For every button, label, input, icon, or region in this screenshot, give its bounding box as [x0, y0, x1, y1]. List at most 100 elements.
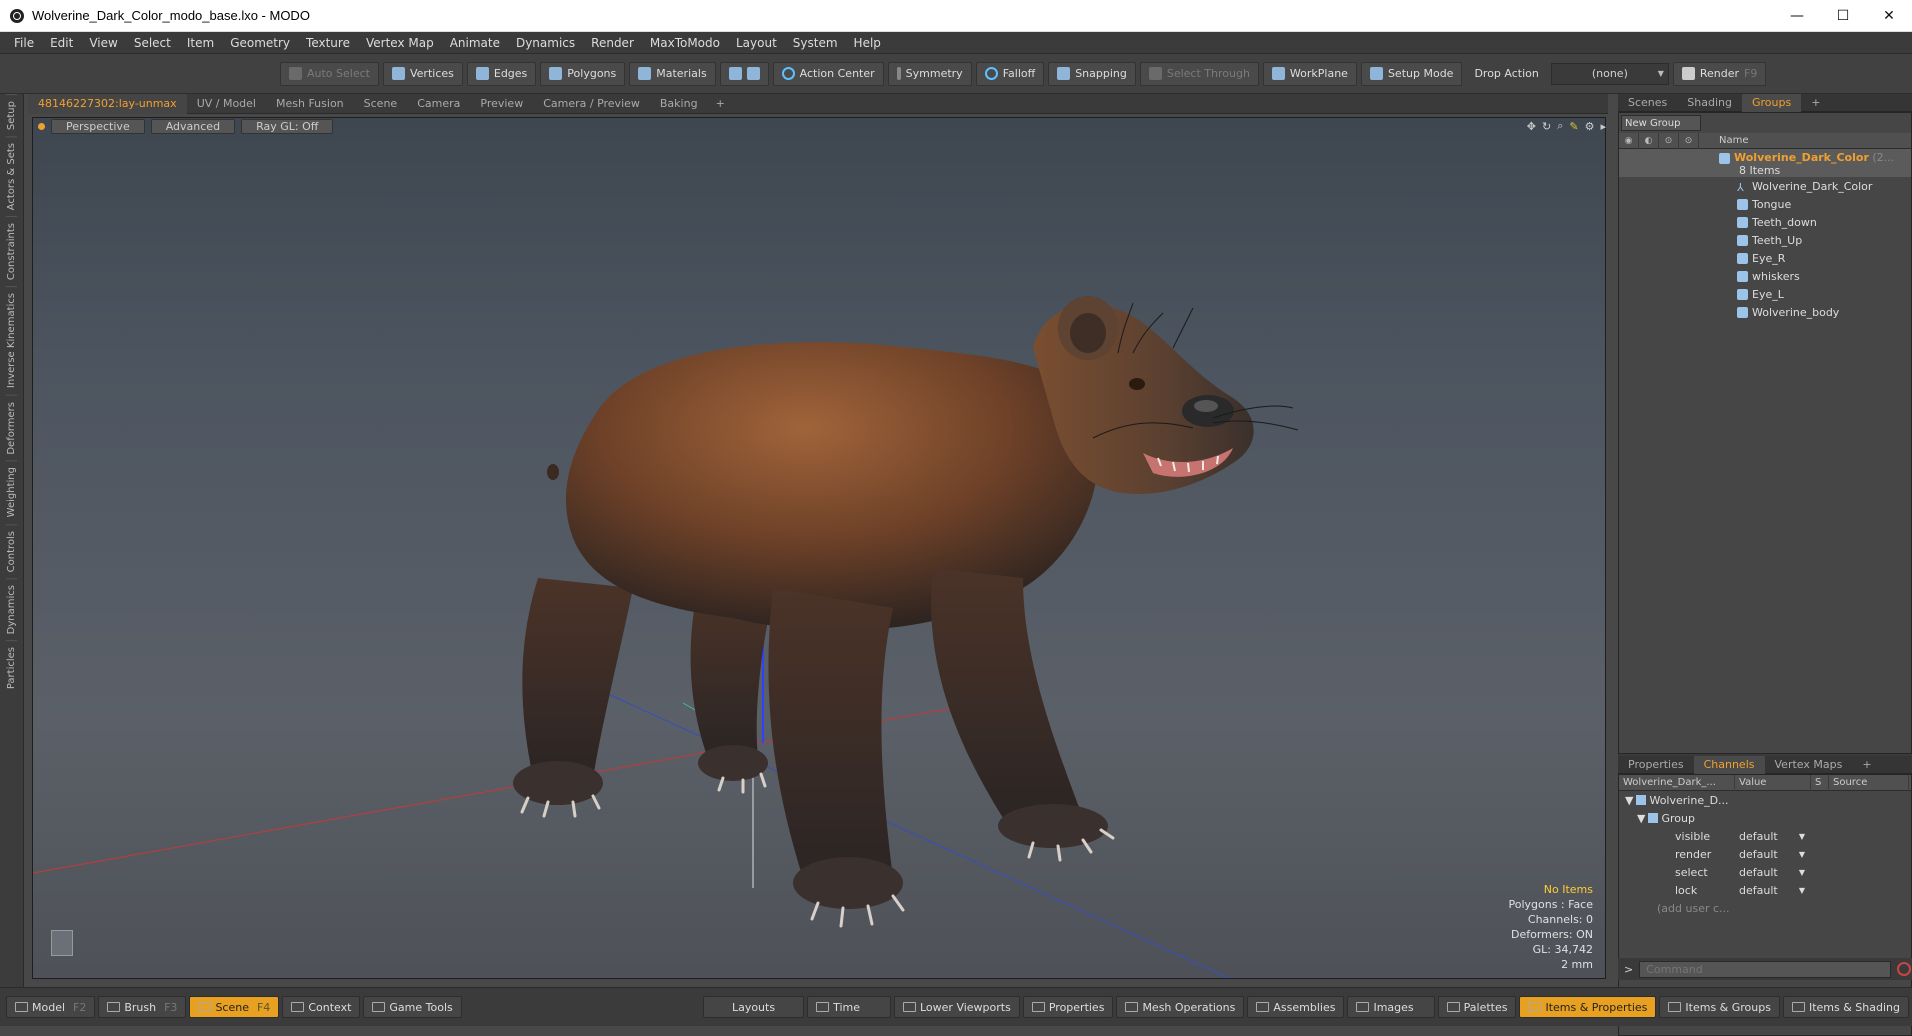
- lock-icon[interactable]: ⊙: [1659, 132, 1679, 149]
- channel-value-select[interactable]: default ▼: [1735, 827, 1811, 845]
- assemblies-button[interactable]: Assemblies: [1247, 996, 1345, 1018]
- setup-mode-button[interactable]: Setup Mode: [1360, 61, 1463, 86]
- scene-layout-button[interactable]: Scene F4: [189, 996, 280, 1018]
- tab-constraints[interactable]: Constraints: [6, 216, 17, 287]
- group-item-0[interactable]: ⅄ Wolverine_Dark_Color: [1619, 177, 1911, 195]
- properties-button[interactable]: Properties: [1022, 996, 1114, 1018]
- new-group-button[interactable]: New Group: [1621, 115, 1701, 131]
- tab-baking[interactable]: Baking: [650, 94, 708, 114]
- tab-camera[interactable]: Camera: [407, 94, 470, 114]
- minimize-button[interactable]: —: [1774, 0, 1820, 32]
- command-input[interactable]: [1639, 960, 1892, 978]
- advanced-button[interactable]: Advanced: [150, 118, 236, 134]
- symmetry-button[interactable]: Symmetry: [887, 61, 972, 86]
- tab-uv-model[interactable]: UV / Model: [187, 94, 266, 114]
- auto-select-button[interactable]: Auto Select: [280, 61, 379, 86]
- tab-scenes[interactable]: Scenes: [1618, 94, 1677, 112]
- channel-value-select[interactable]: default ▼: [1735, 863, 1811, 881]
- edges-button[interactable]: Edges: [466, 61, 537, 86]
- menu-view[interactable]: View: [81, 36, 125, 50]
- pan-icon[interactable]: ✥: [1527, 120, 1536, 133]
- viewport-options-icon[interactable]: [38, 122, 45, 130]
- polygons-button[interactable]: Polygons: [540, 61, 626, 86]
- menu-item[interactable]: Item: [179, 36, 222, 50]
- zoom-icon[interactable]: ⌕: [1557, 119, 1563, 133]
- tab-channels[interactable]: Channels: [1693, 755, 1765, 774]
- group-item-5[interactable]: whiskers: [1619, 267, 1911, 285]
- images-button[interactable]: Images: [1347, 996, 1435, 1018]
- context-layout-button[interactable]: Context: [282, 996, 361, 1018]
- menu-system[interactable]: System: [785, 36, 846, 50]
- expand-icon[interactable]: ▸: [1600, 120, 1606, 133]
- tab-controls[interactable]: Controls: [6, 523, 17, 578]
- items-groups-button[interactable]: Items & Groups: [1659, 996, 1780, 1018]
- brush-icon[interactable]: ✎: [1569, 120, 1578, 133]
- tab-dynamics[interactable]: Dynamics: [6, 577, 17, 641]
- tab-mesh-fusion[interactable]: Mesh Fusion: [266, 94, 354, 114]
- render-button[interactable]: Render F9: [1672, 61, 1767, 86]
- maximize-button[interactable]: ☐: [1820, 0, 1866, 32]
- items-shading-button[interactable]: Items & Shading: [1782, 996, 1909, 1018]
- tab-setup[interactable]: Setup: [6, 94, 17, 137]
- menu-help[interactable]: Help: [846, 36, 889, 50]
- menu-layout[interactable]: Layout: [728, 36, 785, 50]
- workplane-button[interactable]: WorkPlane: [1262, 61, 1357, 86]
- group-item-6[interactable]: Eye_L: [1619, 285, 1911, 303]
- group-item-7[interactable]: Wolverine_body: [1619, 303, 1911, 321]
- tab-deformers[interactable]: Deformers: [6, 394, 17, 461]
- mesh-operations-button[interactable]: Mesh Operations: [1116, 996, 1245, 1018]
- group-item-3[interactable]: Teeth_Up: [1619, 231, 1911, 249]
- menu-animate[interactable]: Animate: [442, 36, 508, 50]
- select-mode-button[interactable]: [719, 61, 769, 86]
- vertices-button[interactable]: Vertices: [382, 61, 463, 86]
- time-button[interactable]: Time: [807, 996, 891, 1018]
- tab-actors-sets[interactable]: Actors & Sets: [6, 136, 17, 217]
- channel-root-row[interactable]: ▼ Wolverine_D...: [1619, 791, 1911, 809]
- tab-properties[interactable]: Properties: [1618, 756, 1694, 774]
- menu-texture[interactable]: Texture: [298, 36, 358, 50]
- items-properties-button[interactable]: Items & Properties: [1519, 996, 1657, 1018]
- tab-lay-unmax[interactable]: 48146227302:lay-unmax: [28, 93, 187, 114]
- tab-shading[interactable]: Shading: [1677, 94, 1742, 112]
- menu-maxtomodo[interactable]: MaxToModo: [642, 36, 728, 50]
- select-toggle-icon[interactable]: ⊙: [1679, 132, 1699, 149]
- group-root-row[interactable]: Wolverine_Dark_Color (2... 8 Items: [1619, 149, 1911, 177]
- tab-weighting[interactable]: Weighting: [6, 460, 17, 524]
- raygl-button[interactable]: Ray GL: Off: [241, 118, 334, 134]
- brush-layout-button[interactable]: Brush F3: [98, 996, 187, 1018]
- 3d-viewport[interactable]: No Items Polygons : Face Channels: 0 Def…: [32, 117, 1606, 979]
- add-tab-icon[interactable]: +: [708, 97, 733, 110]
- group-item-2[interactable]: Teeth_down: [1619, 213, 1911, 231]
- tab-scene[interactable]: Scene: [354, 94, 408, 114]
- menu-file[interactable]: File: [6, 36, 42, 50]
- channel-value-select[interactable]: default ▼: [1735, 845, 1811, 863]
- render-toggle-icon[interactable]: ◐: [1639, 132, 1659, 149]
- channel-row-render[interactable]: render default ▼: [1619, 845, 1911, 863]
- menu-dynamics[interactable]: Dynamics: [508, 36, 583, 50]
- materials-button[interactable]: Materials: [629, 61, 716, 86]
- menu-render[interactable]: Render: [583, 36, 642, 50]
- channel-row-lock[interactable]: lock default ▼: [1619, 881, 1911, 899]
- channel-row-visible[interactable]: visible default ▼: [1619, 827, 1911, 845]
- game-tools-layout-button[interactable]: Game Tools: [363, 996, 462, 1018]
- drop-action-select[interactable]: (none): [1550, 62, 1669, 85]
- rotate-icon[interactable]: ↻: [1542, 120, 1551, 133]
- tab-particles[interactable]: Particles: [6, 640, 17, 696]
- add-props-tab-icon[interactable]: +: [1852, 756, 1881, 774]
- eye-icon[interactable]: ◉: [1619, 132, 1639, 149]
- channel-row-select[interactable]: select default ▼: [1619, 863, 1911, 881]
- palettes-button[interactable]: Palettes: [1437, 996, 1517, 1018]
- group-item-4[interactable]: Eye_R: [1619, 249, 1911, 267]
- channel-value-select[interactable]: default ▼: [1735, 881, 1811, 899]
- group-item-1[interactable]: Tongue: [1619, 195, 1911, 213]
- menu-edit[interactable]: Edit: [42, 36, 81, 50]
- record-macro-icon[interactable]: [1897, 962, 1912, 976]
- select-through-button[interactable]: Select Through: [1139, 61, 1259, 86]
- tab-camera-preview[interactable]: Camera / Preview: [533, 94, 650, 114]
- perspective-button[interactable]: Perspective: [51, 118, 145, 134]
- settings-icon[interactable]: ⚙: [1585, 120, 1595, 133]
- tab-vertex-maps[interactable]: Vertex Maps: [1765, 756, 1853, 774]
- tab-groups[interactable]: Groups: [1741, 93, 1802, 112]
- model-layout-button[interactable]: Model F2: [6, 996, 96, 1018]
- menu-geometry[interactable]: Geometry: [222, 36, 298, 50]
